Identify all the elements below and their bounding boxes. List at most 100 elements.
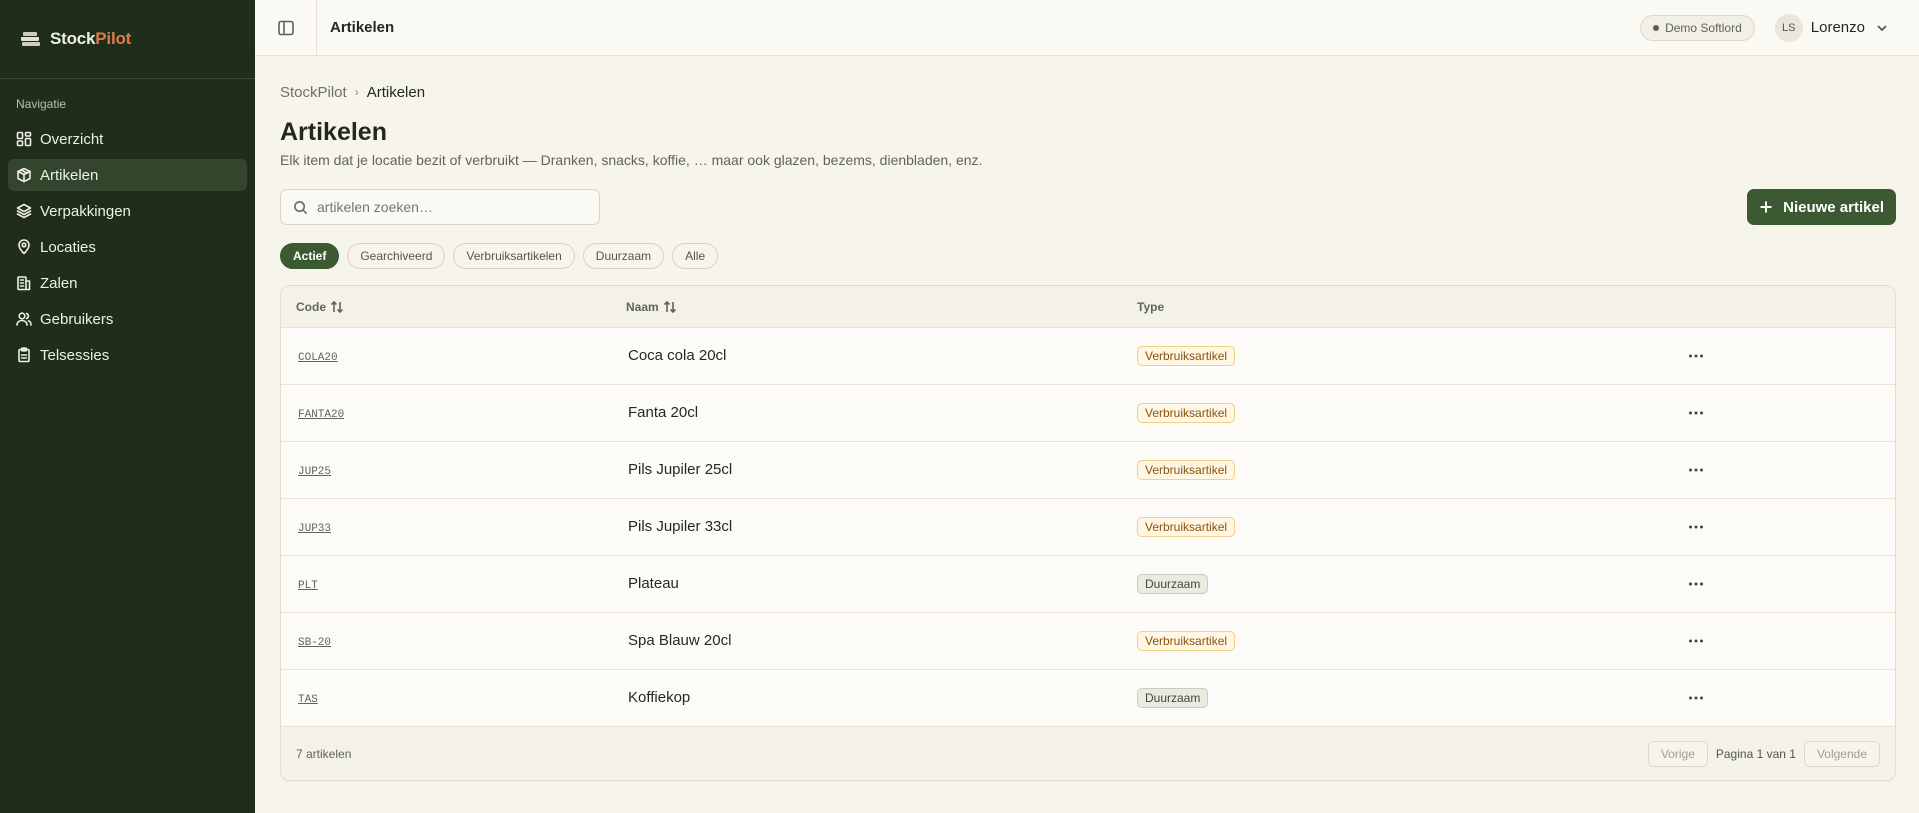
page-title: Artikelen bbox=[280, 118, 387, 146]
more-horizontal-icon bbox=[1689, 411, 1703, 415]
topbar-title: Artikelen bbox=[330, 19, 395, 36]
organization-name: Demo Softlord bbox=[1665, 20, 1742, 35]
sidebar-nav: Overzicht Artikelen Verpakkingen Locatie… bbox=[0, 119, 255, 371]
article-count: 7 artikelen bbox=[296, 746, 352, 761]
users-icon bbox=[16, 312, 32, 326]
sort-icon bbox=[330, 300, 344, 313]
sidebar-item-label: Locaties bbox=[40, 238, 96, 256]
column-header-name[interactable]: Naam bbox=[626, 300, 1137, 314]
more-horizontal-icon bbox=[1689, 696, 1703, 700]
table-row[interactable]: JUP33 Pils Jupiler 33cl Verbruiksartikel bbox=[281, 499, 1895, 556]
table-row[interactable]: JUP25 Pils Jupiler 25cl Verbruiksartikel bbox=[281, 442, 1895, 499]
filter-chip-duurzaam[interactable]: Duurzaam bbox=[582, 243, 665, 269]
column-header-label: Type bbox=[1137, 299, 1165, 314]
search-input[interactable] bbox=[317, 199, 587, 215]
type-badge: Verbruiksartikel bbox=[1137, 517, 1236, 537]
article-code-link[interactable]: PLT bbox=[296, 580, 318, 592]
type-badge: Verbruiksartikel bbox=[1137, 346, 1236, 366]
row-actions-button[interactable] bbox=[1681, 401, 1711, 425]
row-actions-button[interactable] bbox=[1681, 572, 1711, 596]
sidebar-item-label: Artikelen bbox=[40, 166, 99, 184]
map-pin-icon bbox=[18, 239, 30, 255]
breadcrumb-root-link[interactable]: StockPilot bbox=[280, 84, 347, 101]
table-row[interactable]: COLA20 Coca cola 20cl Verbruiksartikel bbox=[281, 328, 1895, 385]
article-name: Coca cola 20cl bbox=[628, 347, 727, 364]
row-actions-button[interactable] bbox=[1681, 515, 1711, 539]
package-icon bbox=[17, 167, 31, 183]
sidebar-item-label: Verpakkingen bbox=[40, 202, 131, 220]
more-horizontal-icon bbox=[1689, 639, 1703, 643]
sidebar-item-label: Telsessies bbox=[40, 346, 110, 364]
table-row[interactable]: PLT Plateau Duurzaam bbox=[281, 556, 1895, 613]
sidebar-item-gebruikers[interactable]: Gebruikers bbox=[8, 303, 247, 335]
sidebar-item-artikelen[interactable]: Artikelen bbox=[8, 159, 247, 191]
article-name: Plateau bbox=[628, 575, 679, 592]
table-row[interactable]: FANTA20 Fanta 20cl Verbruiksartikel bbox=[281, 385, 1895, 442]
sidebar-item-verpakkingen[interactable]: Verpakkingen bbox=[8, 195, 247, 227]
table-footer: 7 artikelen Vorige Pagina 1 van 1 Volgen… bbox=[281, 727, 1895, 780]
user-name: Lorenzo bbox=[1810, 19, 1865, 36]
layers-icon bbox=[16, 203, 32, 219]
article-name: Fanta 20cl bbox=[628, 404, 699, 421]
filter-chip-alle[interactable]: Alle bbox=[672, 243, 719, 269]
row-actions-button[interactable] bbox=[1681, 686, 1711, 710]
sidebar-item-label: Gebruikers bbox=[40, 310, 114, 328]
filter-chip-actief[interactable]: Actief bbox=[280, 243, 340, 269]
search-box[interactable] bbox=[280, 189, 600, 225]
more-horizontal-icon bbox=[1689, 525, 1703, 529]
article-name: Pils Jupiler 33cl bbox=[628, 518, 733, 535]
article-name: Pils Jupiler 25cl bbox=[628, 461, 733, 478]
main-content: StockPilot › Artikelen Artikelen Elk ite… bbox=[280, 56, 1896, 781]
previous-page-button[interactable]: Vorige bbox=[1647, 740, 1708, 767]
next-page-button[interactable]: Volgende bbox=[1803, 740, 1880, 767]
type-badge: Verbruiksartikel bbox=[1137, 631, 1236, 651]
sidebar-toggle-icon bbox=[277, 20, 294, 35]
sidebar: StockPilot Navigatie Overzicht Artikelen… bbox=[0, 0, 255, 813]
article-code-link[interactable]: JUP33 bbox=[296, 523, 331, 535]
clipboard-icon bbox=[18, 347, 30, 363]
page-info: Pagina 1 van 1 bbox=[1715, 746, 1796, 761]
topbar: Artikelen Demo Softlord LS Lorenzo bbox=[255, 0, 1919, 56]
article-code-link[interactable]: TAS bbox=[296, 694, 318, 706]
row-actions-button[interactable] bbox=[1681, 629, 1711, 653]
column-header-code[interactable]: Code bbox=[281, 300, 626, 314]
sidebar-item-locaties[interactable]: Locaties bbox=[8, 231, 247, 263]
row-actions-button[interactable] bbox=[1681, 458, 1711, 482]
new-article-button[interactable]: Nieuwe artikel bbox=[1747, 189, 1896, 225]
chevron-right-icon: › bbox=[354, 85, 359, 99]
sidebar-item-zalen[interactable]: Zalen bbox=[8, 267, 247, 299]
row-actions-button[interactable] bbox=[1681, 344, 1711, 368]
articles-table: Code Naam Type COLA20 Coca cola 20cl Ver… bbox=[280, 285, 1896, 781]
more-horizontal-icon bbox=[1689, 468, 1703, 472]
sidebar-item-telsessies[interactable]: Telsessies bbox=[8, 339, 247, 371]
sidebar-item-overzicht[interactable]: Overzicht bbox=[8, 123, 247, 155]
type-badge: Verbruiksartikel bbox=[1137, 460, 1236, 480]
toolbar: Nieuwe artikel bbox=[280, 189, 1896, 227]
article-code-link[interactable]: SB-20 bbox=[296, 637, 331, 649]
type-badge: Duurzaam bbox=[1137, 574, 1209, 594]
column-header-label: Naam bbox=[626, 299, 659, 314]
table-row[interactable]: SB-20 Spa Blauw 20cl Verbruiksartikel bbox=[281, 613, 1895, 670]
building-icon bbox=[17, 276, 31, 291]
table-row[interactable]: TAS Koffiekop Duurzaam bbox=[281, 670, 1895, 727]
article-code-link[interactable]: JUP25 bbox=[296, 466, 331, 478]
dashboard-grid-icon bbox=[16, 131, 32, 147]
sidebar-toggle-button[interactable] bbox=[255, 0, 317, 56]
filter-chip-gearchiveerd[interactable]: Gearchiveerd bbox=[347, 243, 446, 269]
article-code-link[interactable]: COLA20 bbox=[296, 352, 338, 364]
more-horizontal-icon bbox=[1689, 582, 1703, 586]
page-subtitle: Elk item dat je locatie bezit of verbrui… bbox=[280, 152, 983, 168]
user-menu[interactable]: LS Lorenzo bbox=[1774, 13, 1889, 42]
plus-icon bbox=[1760, 201, 1772, 213]
boxes-stack-icon bbox=[21, 32, 40, 46]
breadcrumb-current: Artikelen bbox=[366, 83, 426, 101]
column-header-label: Code bbox=[296, 299, 326, 314]
pagination: Vorige Pagina 1 van 1 Volgende bbox=[1647, 740, 1880, 767]
brand[interactable]: StockPilot bbox=[0, 0, 255, 79]
organization-badge[interactable]: Demo Softlord bbox=[1640, 14, 1755, 41]
filter-chip-verbruiksartikelen[interactable]: Verbruiksartikelen bbox=[453, 243, 575, 269]
search-icon bbox=[294, 200, 308, 214]
type-badge: Duurzaam bbox=[1137, 688, 1209, 708]
article-code-link[interactable]: FANTA20 bbox=[296, 409, 344, 421]
article-name: Koffiekop bbox=[628, 689, 691, 706]
